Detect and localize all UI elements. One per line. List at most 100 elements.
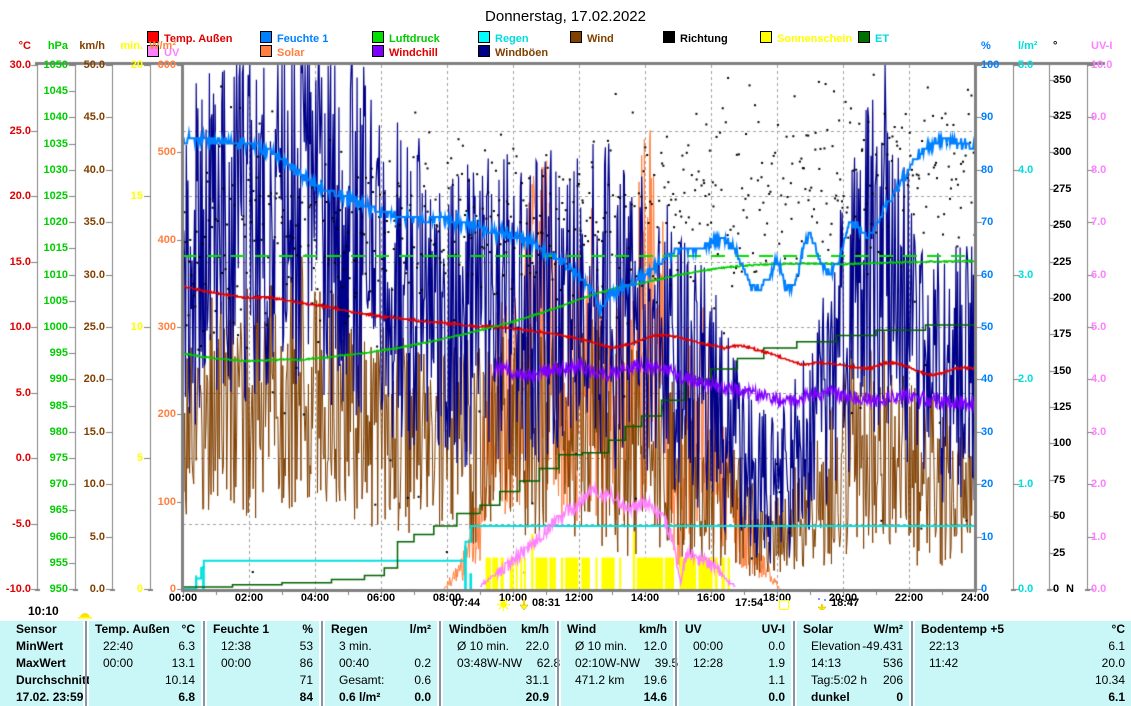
stats-column-separator (911, 621, 913, 706)
stats-cell-value: 20.0 (1091, 655, 1131, 672)
axis-tick-hpa: 970 (36, 479, 68, 490)
axis-tick-uvi: 10.0 (1091, 60, 1123, 71)
axis-tick-hpa: 950 (36, 584, 68, 595)
legend-item-windchill: Windchill (372, 45, 438, 58)
stats-cell-row: 84 (207, 689, 319, 706)
legend-label-et: ET (875, 33, 889, 45)
stats-column-regen: Regenl/m²3 min.00:400.2Gesamt:0.60.6 l/m… (325, 621, 437, 706)
stats-cell-row: 11:4220.0 (915, 655, 1131, 672)
stats-cell-row: Gesamt:0.6 (325, 672, 437, 689)
stats-cell-value: 536 (869, 655, 909, 672)
stats-column-name: Feuchte 1 (207, 621, 302, 638)
axis-tick-sun_min: 20 (112, 60, 143, 71)
x-axis-tick-label: 22:00 (887, 592, 931, 604)
stats-column-unit: W/m² (874, 621, 909, 638)
axis-tick-pct: 70 (981, 217, 1011, 228)
axis-tick-hpa: 1030 (36, 165, 68, 176)
stats-cell-row: 10.14 (89, 672, 201, 689)
stats-cell-label: Elevation (797, 638, 862, 655)
legend-swatch-feuchte-1 (260, 31, 272, 43)
axis-tick-kmh: 10.0 (70, 479, 105, 490)
stats-cell-row: 3 min. (325, 638, 437, 655)
sunset-icon (817, 597, 828, 615)
axis-unit-sun_min: min. (112, 40, 143, 52)
axis-tick-deg: 325 (1053, 111, 1083, 122)
axis-unit-temp_c: °C (0, 40, 31, 52)
axis-tick-hpa: 985 (36, 401, 68, 412)
axis-tick-kmh: 15.0 (70, 427, 105, 438)
axis-tick-kmh: 20.0 (70, 374, 105, 385)
legend-swatch-et (858, 31, 870, 43)
axis-tick-hpa: 995 (36, 348, 68, 359)
stats-cell-label: 00:00 (679, 638, 751, 655)
stats-column-uv: UVUV-I00:000.012:281.91.10.0 (679, 621, 791, 706)
stats-column-name: UV (679, 621, 762, 638)
axis-tick-uvi: 1.0 (1091, 532, 1123, 543)
axis-tick-pct: 20 (981, 479, 1011, 490)
x-axis-tick-label: 04:00 (293, 592, 337, 604)
stats-cell-label (679, 672, 751, 689)
stats-cell-value: 53 (279, 638, 319, 655)
stats-cell-label (207, 689, 279, 706)
stats-cell-label (679, 689, 751, 706)
stats-row-label: Sensor (0, 621, 83, 638)
axis-tick-uvi: 6.0 (1091, 270, 1123, 281)
axis-unit-wm2: W/m² (140, 40, 176, 52)
axis-tick-hpa: 990 (36, 374, 68, 385)
stats-cell-row: 22:406.3 (89, 638, 201, 655)
stats-column-header: Bodentemp +5°C (915, 621, 1131, 638)
axis-tick-hpa: 960 (36, 532, 68, 543)
stats-column-wind: Windkm/hØ 10 min.12.002:10W-NW39.5471.2 … (561, 621, 673, 706)
stats-column-windb-en: Windböenkm/hØ 10 min.22.003:48W-NW62.831… (443, 621, 555, 706)
stats-cell-value: 71 (279, 672, 319, 689)
axis-tick-sun_min: 15 (112, 191, 143, 202)
weather-plot-canvas (0, 0, 1131, 621)
legend-item-sonnenschein: Sonnenschein (760, 31, 852, 44)
stats-cell-label: 12:28 (679, 655, 751, 672)
stats-cell-value: 31.1 (515, 672, 555, 689)
stats-cell-label: 0.6 l/m² (325, 689, 397, 706)
stats-cell-row: 03:48W-NW62.8 (443, 655, 555, 672)
stats-cell-value: 10.14 (161, 672, 201, 689)
stats-column-bodentemp-5: Bodentemp +5°C22:136.111:4220.010.346.1 (915, 621, 1131, 706)
stats-cell-row: 02:10W-NW39.5 (561, 655, 673, 672)
axis-tick-uvi: 0.0 (1091, 584, 1123, 595)
axis-tick-wm2: 500 (140, 147, 176, 158)
stats-cell-row: 00:0086 (207, 655, 319, 672)
legend-label-richtung: Richtung (680, 33, 728, 45)
sunrise-time: 07:44 (452, 597, 480, 609)
axis-tick-lm2: 1.0 (1018, 479, 1048, 490)
stats-cell-value: 86 (279, 655, 319, 672)
axis-tick-kmh: 0.0 (70, 584, 105, 595)
axis-tick-deg: 225 (1053, 257, 1083, 268)
stats-cell-label: 12:38 (207, 638, 279, 655)
axis-tick-deg: 275 (1053, 184, 1083, 195)
axis-tick-temp_c: 5.0 (0, 388, 31, 399)
legend-swatch-richtung (663, 31, 675, 43)
stats-row-label: Durchschnitt (0, 672, 83, 689)
axis-tick-wm2: 200 (140, 409, 176, 420)
legend-label-luftdruck: Luftdruck (389, 33, 440, 45)
legend-swatch-solar (260, 45, 272, 57)
stats-column-header: Feuchte 1% (207, 621, 319, 638)
stats-cell-row: 0.0 (679, 689, 791, 706)
stats-column-name: Solar (797, 621, 874, 638)
stats-cell-label: 00:40 (325, 655, 397, 672)
axis-tick-deg: 75 (1053, 475, 1083, 486)
axis-tick-uvi: 4.0 (1091, 374, 1123, 385)
stats-cell-label (561, 689, 633, 706)
stats-cell-row: 6.8 (89, 689, 201, 706)
axis-tick-deg: 100 (1053, 438, 1083, 449)
last-sunshine-time: 17:54 (735, 597, 763, 609)
axis-tick-uvi: 2.0 (1091, 479, 1123, 490)
stats-cell-row: dunkel0 (797, 689, 909, 706)
stats-cell-value: 0 (869, 689, 909, 706)
axis-tick-uvi: 7.0 (1091, 217, 1123, 228)
stats-column-header: Temp. Außen°C (89, 621, 201, 638)
stats-column-feuchte-1: Feuchte 1%12:385300:00867184 (207, 621, 319, 706)
stats-column-header: Windböenkm/h (443, 621, 555, 638)
stats-cell-value: 6.1 (1091, 638, 1131, 655)
axis-unit-uvi: UV-I (1091, 40, 1123, 52)
legend-item-luftdruck: Luftdruck (372, 31, 440, 44)
stats-column-separator (439, 621, 441, 706)
